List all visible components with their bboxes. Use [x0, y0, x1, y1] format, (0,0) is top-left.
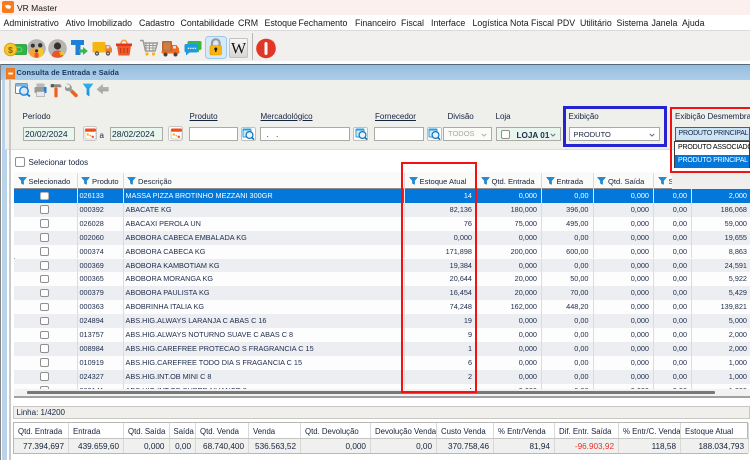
svg-text:W: W — [231, 41, 247, 58]
svg-text:$: $ — [8, 45, 13, 55]
